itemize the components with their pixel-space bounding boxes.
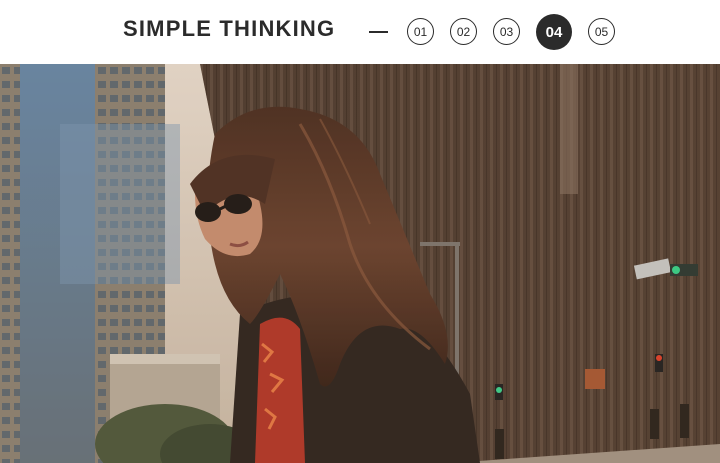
page-button-04-active[interactable]: 04: [536, 14, 572, 50]
pagination: 01 02 03 04 05: [407, 14, 615, 50]
page-button-02[interactable]: 02: [450, 18, 477, 45]
page-button-05[interactable]: 05: [588, 18, 615, 45]
page-button-03[interactable]: 03: [493, 18, 520, 45]
page-button-01[interactable]: 01: [407, 18, 434, 45]
hero-photo: [0, 64, 720, 463]
title-divider: [369, 31, 388, 33]
hero-photo-illustration: [0, 64, 720, 463]
header-bar: SIMPLE THINKING 01 02 03 04 05: [0, 0, 720, 64]
page-title: SIMPLE THINKING: [123, 16, 336, 41]
